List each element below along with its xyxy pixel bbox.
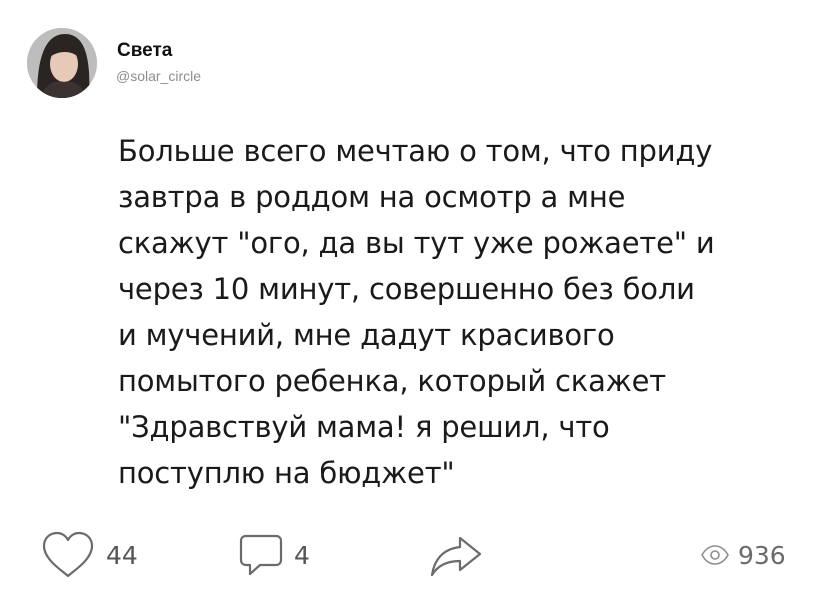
post-line: скажут "ого, да вы тут уже рожаете" и (118, 226, 715, 260)
share-button[interactable] (428, 528, 484, 582)
post-line: помытого ребенка, который скажет (118, 364, 666, 398)
views-count: 936 (738, 540, 786, 570)
views-counter: 936 (700, 528, 786, 582)
post-text: Больше всего мечтаю о том, что приду зав… (118, 128, 838, 496)
comment-count: 4 (294, 540, 310, 570)
like-button[interactable]: 44 (40, 528, 138, 582)
avatar[interactable] (27, 28, 97, 98)
eye-icon (700, 544, 730, 566)
avatar-photo (27, 28, 97, 98)
share-arrow-icon (428, 530, 484, 580)
author-handle[interactable]: @solar_circle (116, 68, 201, 84)
author-name[interactable]: Света (117, 40, 172, 62)
heart-outline-icon (40, 530, 96, 580)
post-line: завтра в роддом на осмотр а мне (118, 180, 626, 214)
post-line: поступлю на бюджет" (118, 456, 455, 490)
post-line: и мучений, мне дадут красивого (118, 318, 615, 352)
like-count: 44 (106, 540, 138, 570)
speech-bubble-icon (238, 530, 284, 580)
comment-button[interactable]: 4 (238, 528, 310, 582)
post-line: Больше всего мечтаю о том, что приду (118, 134, 713, 168)
post-line: через 10 минут, совершенно без боли (118, 272, 695, 306)
post-line: "Здравствуй мама! я решил, что (118, 410, 610, 444)
